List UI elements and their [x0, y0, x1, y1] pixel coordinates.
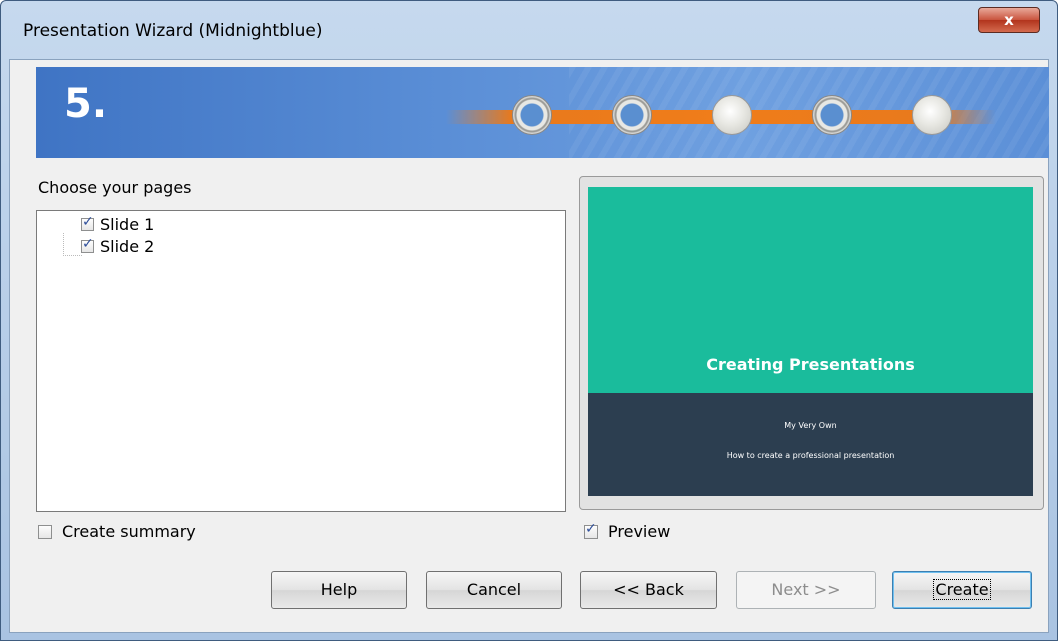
- create-summary-checkbox[interactable]: [38, 524, 52, 539]
- step-indicator-2: [612, 95, 652, 135]
- slide-2-label: Slide 2: [100, 236, 155, 256]
- title-bar[interactable]: Presentation Wizard (Midnightblue) x: [1, 1, 1057, 59]
- slide-subtitle-area: My Very Own How to create a professional…: [588, 393, 1033, 496]
- create-summary-label: Create summary: [62, 522, 196, 541]
- slide-1-label: Slide 1: [100, 214, 155, 234]
- wizard-banner: 5.: [36, 67, 1049, 158]
- tree-item-slide-1[interactable]: Slide 1: [81, 213, 154, 235]
- create-button[interactable]: Create: [892, 571, 1032, 609]
- wizard-window: Presentation Wizard (Midnightblue) x 5. …: [0, 0, 1058, 641]
- preview-checkbox[interactable]: [584, 521, 598, 539]
- help-button[interactable]: Help: [271, 571, 407, 609]
- next-button[interactable]: Next >>: [736, 571, 876, 609]
- step-indicator-5: [912, 95, 952, 135]
- wizard-client-area: 5. Choose your pages Slide 1 Slide 2 Cre…: [9, 59, 1049, 633]
- cancel-button[interactable]: Cancel: [426, 571, 562, 609]
- choose-pages-label: Choose your pages: [38, 178, 192, 197]
- back-button[interactable]: << Back: [580, 571, 717, 609]
- close-button[interactable]: x: [978, 7, 1040, 33]
- slide-subtitle-1: My Very Own: [784, 421, 837, 430]
- pages-tree[interactable]: Slide 1 Slide 2: [36, 210, 566, 512]
- slide-preview: Creating Presentations My Very Own How t…: [579, 176, 1044, 510]
- step-indicator-3: [712, 95, 752, 135]
- slide-title: Creating Presentations: [706, 355, 915, 374]
- preview-label: Preview: [608, 522, 671, 541]
- slide-subtitle-2: How to create a professional presentatio…: [726, 451, 895, 460]
- create-button-label: Create: [933, 579, 991, 600]
- step-indicator-4: [812, 95, 852, 135]
- window-title: Presentation Wizard (Midnightblue): [23, 21, 323, 41]
- slide-1-checkbox[interactable]: [81, 214, 94, 231]
- create-summary-option[interactable]: Create summary: [38, 522, 196, 541]
- preview-option[interactable]: Preview: [584, 521, 671, 541]
- tree-item-slide-2[interactable]: Slide 2: [81, 235, 154, 257]
- step-number: 5.: [64, 81, 108, 127]
- slide-2-checkbox[interactable]: [81, 236, 94, 253]
- close-icon: x: [1004, 11, 1014, 29]
- slide-title-area: Creating Presentations: [588, 187, 1033, 393]
- tree-connector: [63, 233, 82, 256]
- step-indicator-1: [512, 95, 552, 135]
